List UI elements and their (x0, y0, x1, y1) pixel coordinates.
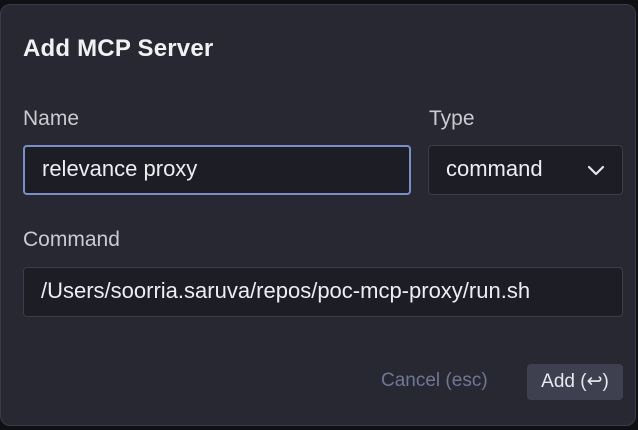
add-mcp-server-dialog: Add MCP Server Name Type relevance proxy… (0, 4, 636, 426)
name-input-value: relevance proxy (42, 156, 198, 181)
chevron-down-icon (587, 165, 605, 176)
name-input[interactable]: relevance proxy (23, 145, 411, 195)
cancel-button[interactable]: Cancel (esc) (381, 370, 488, 392)
type-select-value: command (446, 156, 543, 181)
type-select[interactable]: command (428, 145, 623, 195)
type-label: Type (429, 107, 475, 130)
command-input-value: /Users/soorria.saruva/repos/poc-mcp-prox… (41, 278, 531, 303)
dialog-title: Add MCP Server (23, 35, 214, 62)
name-label: Name (23, 107, 80, 130)
command-input[interactable]: /Users/soorria.saruva/repos/poc-mcp-prox… (23, 267, 623, 317)
command-label: Command (23, 228, 120, 251)
add-button[interactable]: Add (↩) (527, 364, 623, 400)
